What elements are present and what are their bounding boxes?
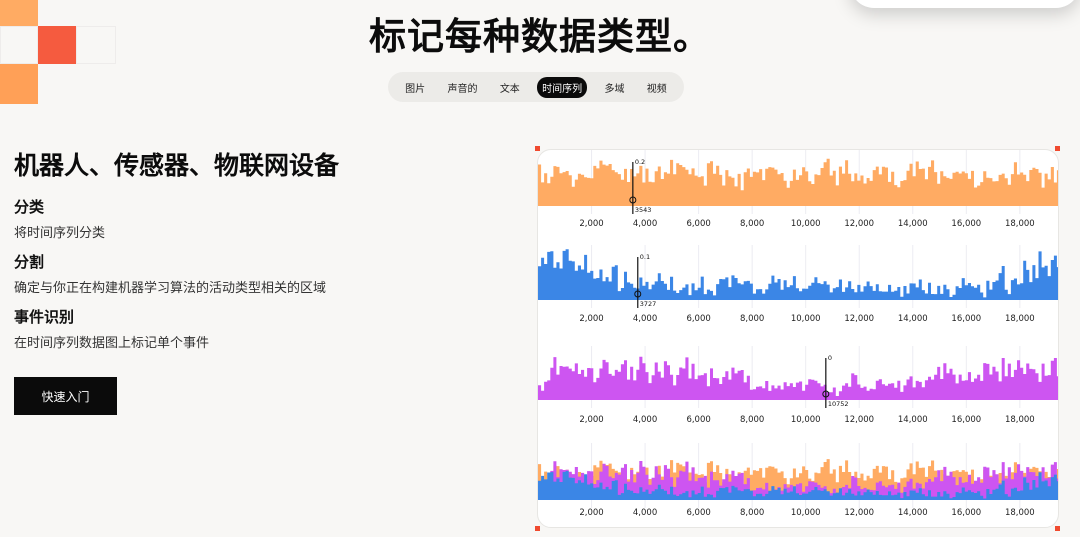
tab-video[interactable]: 视频: [642, 77, 672, 98]
chart-4-tick-label: 14,000: [898, 508, 928, 518]
chart-4-tick-label: 18,000: [1005, 508, 1035, 518]
chart-3-tick-label: 14,000: [898, 415, 928, 425]
chart-1-tick-label: 12,000: [844, 219, 874, 229]
quick-start-button[interactable]: 快速入门: [14, 377, 117, 415]
chart-3-marker-value: 0: [828, 354, 832, 362]
resize-handle-top-left[interactable]: [535, 146, 540, 151]
chart-2-tick-label: 12,000: [844, 314, 874, 324]
data-type-tabs: 图片 声音的 文本 时间序列 多域 视频: [388, 72, 684, 102]
chart-3-tick-label: 16,000: [951, 415, 981, 425]
resize-handle-top-right[interactable]: [1055, 146, 1060, 151]
chart-3-tick-label: 10,000: [791, 415, 821, 425]
chart-4-tick-label: 4,000: [633, 508, 657, 518]
deco-square-orange-bottom: [0, 64, 38, 104]
chart-2-marker-value: 0.1: [640, 253, 650, 261]
tab-image[interactable]: 图片: [400, 77, 430, 98]
chart-2-tick-label: 2,000: [579, 314, 603, 324]
chart-2-tick-label: 18,000: [1005, 314, 1035, 324]
chart-4-tick-label: 12,000: [844, 508, 874, 518]
chart-3-tick-label: 18,000: [1005, 415, 1035, 425]
feature-title-segmentation: 分割: [14, 253, 45, 271]
chart-2-tick-label: 14,000: [898, 314, 928, 324]
feature-desc-event-recognition: 在时间序列数据图上标记单个事件: [14, 336, 210, 351]
content-column: 机器人、传感器、物联网设备 分类 将时间序列分类 分割 确定与你正在构建机器学习…: [14, 146, 494, 361]
chart-1-marker-value: 0.2: [635, 158, 645, 166]
chart-3: 2,000 4,000 6,000 8,000 10,000 12,000 14,000 16…: [538, 346, 1058, 425]
feature-desc-segmentation: 确定与你正在构建机器学习算法的活动类型相关的区域: [14, 281, 327, 296]
feature-desc-classification: 将时间序列分类: [14, 226, 106, 241]
tab-text[interactable]: 文本: [495, 77, 525, 98]
chart-1: 2,000 4,000 6,000 8,000 10,000 12,000 14,000 16…: [538, 150, 1058, 229]
chart-1-tick-label: 4,000: [633, 219, 657, 229]
chart-3-tick-label: 8,000: [740, 415, 764, 425]
chart-4-tick-label: 10,000: [791, 508, 821, 518]
chart-2-tick-label: 10,000: [791, 314, 821, 324]
chart-4-tick-label: 2,000: [579, 508, 603, 518]
time-series-chart-panel[interactable]: 2,000 4,000 6,000 8,000 10,000 12,000 14,000 16…: [537, 149, 1059, 528]
chart-1-marker-x: 3543: [635, 206, 652, 214]
chart-4-tick-label: 16,000: [951, 508, 981, 518]
chart-1-tick-label: 8,000: [740, 219, 764, 229]
tab-time-series[interactable]: 时间序列: [537, 76, 588, 98]
chart-1-tick-label: 10,000: [791, 219, 821, 229]
section-title: 机器人、传感器、物联网设备: [14, 151, 340, 180]
chart-2-series: [538, 249, 1058, 300]
chart-3-tick-label: 4,000: [633, 415, 657, 425]
chart-2-tick-label: 16,000: [951, 314, 981, 324]
page-headline: 标记每种数据类型。: [369, 15, 711, 58]
chart-2: 2,000 4,000 6,000 8,000 10,000 12,000 14,000 16…: [538, 245, 1058, 324]
chart-3-marker-x: 10752: [828, 400, 849, 408]
chart-3-tick-label: 2,000: [579, 415, 603, 425]
tab-multi-domain[interactable]: 多域: [599, 77, 629, 98]
chart-3-series: [538, 356, 1058, 400]
chart-2-marker-x: 3727: [640, 300, 657, 308]
chart-1-tick-label: 16,000: [951, 219, 981, 229]
chart-2-tick-label: 6,000: [686, 314, 710, 324]
chart-4-tick-label: 8,000: [740, 508, 764, 518]
resize-handle-bottom-right[interactable]: [1055, 526, 1060, 531]
feature-title-classification: 分类: [14, 198, 45, 216]
chart-3-tick-label: 12,000: [844, 415, 874, 425]
chart-1-tick-label: 2,000: [579, 219, 603, 229]
resize-handle-bottom-left[interactable]: [535, 526, 540, 531]
chart-3-tick-label: 6,000: [686, 415, 710, 425]
tab-audio[interactable]: 声音的: [442, 77, 482, 98]
chart-4-tick-label: 6,000: [686, 508, 710, 518]
time-series-charts[interactable]: 2,000 4,000 6,000 8,000 10,000 12,000 14,000 16…: [538, 150, 1059, 528]
chart-1-tick-label: 6,000: [686, 219, 710, 229]
chart-1-series: [538, 158, 1058, 206]
chart-4: 2,000 4,000 6,000 8,000 10,000 12,000 14,000 16…: [538, 443, 1058, 518]
chart-1-tick-label: 18,000: [1005, 219, 1035, 229]
chart-1-tick-label: 14,000: [898, 219, 928, 229]
feature-title-event-recognition: 事件识别: [14, 308, 75, 326]
chart-2-tick-label: 4,000: [633, 314, 657, 324]
chart-2-tick-label: 8,000: [740, 314, 764, 324]
